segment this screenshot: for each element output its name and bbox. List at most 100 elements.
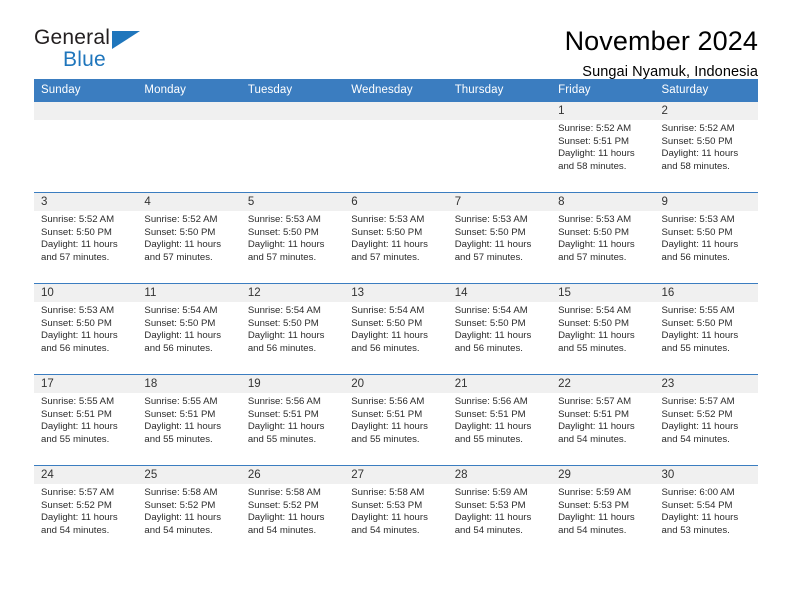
calendar-cell-empty — [34, 101, 138, 193]
sunrise-text: Sunrise: 6:00 AM — [661, 487, 735, 498]
calendar-cell-inner: 12 Sunrise: 5:54 AM Sunset: 5:50 PM Dayligh… — [240, 284, 345, 374]
calendar-day-cell[interactable]: 15 Sunrise: 5:54 AM Sunset: 5:50 PM Dayligh… — [551, 283, 655, 375]
calendar-day-cell[interactable]: 28 Sunrise: 5:59 AM Sunset: 5:53 PM Dayligh… — [447, 465, 552, 556]
calendar-day-cell[interactable]: 24 Sunrise: 5:57 AM Sunset: 5:52 PM Dayligh… — [34, 465, 138, 556]
calendar-day-cell[interactable]: 5 Sunrise: 5:53 AM Sunset: 5:50 PM Daylight… — [240, 192, 345, 284]
calendar-day-cell[interactable]: 14 Sunrise: 5:54 AM Sunset: 5:50 PM Dayligh… — [447, 283, 552, 375]
sunset-text: Sunset: 5:50 PM — [558, 317, 630, 329]
daylight-text-line2: and 57 minutes. — [144, 251, 213, 263]
sunset-text: Sunset: 5:50 PM — [661, 317, 733, 329]
weekday-header-wednesday: Wednesday — [344, 79, 448, 102]
calendar-day-cell[interactable]: 18 Sunrise: 5:55 AM Sunset: 5:51 PM Dayligh… — [137, 374, 241, 466]
day-number: 5 — [240, 193, 345, 211]
daylight-text-line2: and 55 minutes. — [661, 342, 730, 354]
calendar-cell-empty — [344, 101, 448, 193]
calendar-cell-inner: 19 Sunrise: 5:56 AM Sunset: 5:51 PM Dayligh… — [240, 375, 345, 465]
calendar-day-cell[interactable]: 22 Sunrise: 5:57 AM Sunset: 5:51 PM Dayligh… — [551, 374, 655, 466]
calendar-day-cell[interactable]: 9 Sunrise: 5:53 AM Sunset: 5:50 PM Daylight… — [654, 192, 758, 284]
calendar-cell-inner: 9 Sunrise: 5:53 AM Sunset: 5:50 PM Daylight… — [654, 193, 758, 283]
calendar-cell-inner: 16 Sunrise: 5:55 AM Sunset: 5:50 PM Dayligh… — [654, 284, 758, 374]
sunset-text: Sunset: 5:51 PM — [144, 408, 216, 420]
calendar-day-cell[interactable]: 19 Sunrise: 5:56 AM Sunset: 5:51 PM Dayligh… — [240, 374, 345, 466]
day-number: 15 — [551, 284, 655, 302]
page-title: November 2024 — [564, 26, 758, 56]
calendar-day-cell[interactable]: 30 Sunrise: 6:00 AM Sunset: 5:54 PM Dayligh… — [654, 465, 758, 556]
calendar-day-cell[interactable]: 4 Sunrise: 5:52 AM Sunset: 5:50 PM Daylight… — [137, 192, 241, 284]
daylight-text-line2: and 56 minutes. — [41, 342, 110, 354]
calendar-day-cell[interactable]: 16 Sunrise: 5:55 AM Sunset: 5:50 PM Dayligh… — [654, 283, 758, 375]
calendar-day-cell[interactable]: 8 Sunrise: 5:53 AM Sunset: 5:50 PM Daylight… — [551, 192, 655, 284]
daylight-text-line1: Daylight: 11 hours — [351, 512, 428, 524]
daylight-text-line2: and 54 minutes. — [41, 524, 110, 536]
daylight-text-line2: and 54 minutes. — [661, 433, 730, 445]
calendar-day-cell[interactable]: 27 Sunrise: 5:58 AM Sunset: 5:53 PM Dayligh… — [344, 465, 448, 556]
sunrise-text: Sunrise: 5:53 AM — [247, 214, 321, 225]
calendar-day-cell[interactable]: 3 Sunrise: 5:52 AM Sunset: 5:50 PM Daylight… — [34, 192, 138, 284]
day-number: 12 — [240, 284, 345, 302]
sunset-text: Sunset: 5:50 PM — [41, 226, 112, 238]
calendar-cell-inner: 28 Sunrise: 5:59 AM Sunset: 5:53 PM Dayligh… — [447, 466, 552, 556]
calendar-cell-inner — [447, 102, 552, 192]
daylight-text-line1: Daylight: 11 hours — [454, 239, 532, 251]
day-details: Sunrise: 5:56 AM Sunset: 5:51 PM Daylight:… — [344, 393, 447, 446]
calendar-day-cell[interactable]: 6 Sunrise: 5:53 AM Sunset: 5:50 PM Daylight… — [344, 192, 448, 284]
sunrise-text: Sunrise: 5:55 AM — [144, 396, 218, 407]
daylight-text-line1: Daylight: 11 hours — [661, 148, 739, 160]
sunset-text: Sunset: 5:53 PM — [558, 499, 630, 511]
sunset-text: Sunset: 5:52 PM — [661, 408, 733, 420]
weekday-header-saturday: Saturday — [654, 79, 758, 102]
daylight-text-line2: and 56 minutes. — [454, 342, 523, 354]
weekday-header-sunday: Sunday — [34, 79, 138, 102]
sunset-text: Sunset: 5:50 PM — [661, 135, 733, 147]
calendar-day-cell[interactable]: 21 Sunrise: 5:56 AM Sunset: 5:51 PM Dayligh… — [447, 374, 552, 466]
calendar-day-cell[interactable]: 17 Sunrise: 5:55 AM Sunset: 5:51 PM Dayligh… — [34, 374, 138, 466]
calendar-day-cell[interactable]: 23 Sunrise: 5:57 AM Sunset: 5:52 PM Dayligh… — [654, 374, 758, 466]
daylight-text-line2: and 57 minutes. — [454, 251, 523, 263]
calendar-week-row: 3 Sunrise: 5:52 AM Sunset: 5:50 PM Daylight… — [34, 192, 758, 284]
calendar-day-cell[interactable]: 12 Sunrise: 5:54 AM Sunset: 5:50 PM Dayligh… — [240, 283, 345, 375]
calendar-day-cell[interactable]: 29 Sunrise: 5:59 AM Sunset: 5:53 PM Dayligh… — [551, 465, 655, 556]
daylight-text-line1: Daylight: 11 hours — [351, 330, 428, 342]
daylight-text-line2: and 53 minutes. — [661, 524, 730, 536]
calendar-day-cell[interactable]: 20 Sunrise: 5:56 AM Sunset: 5:51 PM Dayligh… — [344, 374, 448, 466]
day-number: 11 — [137, 284, 241, 302]
day-details: Sunrise: 5:56 AM Sunset: 5:51 PM Daylight:… — [448, 393, 551, 446]
daylight-text-line2: and 54 minutes. — [247, 524, 317, 536]
day-details: Sunrise: 5:53 AM Sunset: 5:50 PM Daylight:… — [448, 211, 551, 264]
calendar-day-cell[interactable]: 2 Sunrise: 5:52 AM Sunset: 5:50 PM Daylight… — [654, 101, 758, 193]
daylight-text-line2: and 56 minutes. — [144, 342, 213, 354]
calendar-cell-inner — [344, 102, 448, 192]
day-number: 13 — [344, 284, 448, 302]
daylight-text-line2: and 54 minutes. — [454, 524, 523, 536]
day-number: 8 — [551, 193, 655, 211]
calendar-day-cell[interactable]: 25 Sunrise: 5:58 AM Sunset: 5:52 PM Dayligh… — [137, 465, 241, 556]
calendar-day-cell[interactable]: 13 Sunrise: 5:54 AM Sunset: 5:50 PM Dayligh… — [344, 283, 448, 375]
daylight-text-line1: Daylight: 11 hours — [454, 512, 532, 524]
daylight-text-line2: and 56 minutes. — [661, 251, 730, 263]
calendar-day-cell[interactable]: 26 Sunrise: 5:58 AM Sunset: 5:52 PM Dayligh… — [240, 465, 345, 556]
general-blue-logo[interactable]: General Blue — [34, 26, 152, 78]
sunrise-text: Sunrise: 5:58 AM — [247, 487, 321, 498]
day-details: Sunrise: 5:57 AM Sunset: 5:52 PM Daylight:… — [34, 484, 137, 537]
calendar-cell-inner: 17 Sunrise: 5:55 AM Sunset: 5:51 PM Dayligh… — [34, 375, 138, 465]
day-details: Sunrise: 5:52 AM Sunset: 5:50 PM Daylight:… — [655, 120, 758, 173]
daylight-text-line1: Daylight: 11 hours — [144, 330, 222, 342]
calendar-day-cell[interactable]: 10 Sunrise: 5:53 AM Sunset: 5:50 PM Dayligh… — [34, 283, 138, 375]
sunrise-sunset-calendar: Sunday Monday Tuesday Wednesday Thursday… — [34, 79, 758, 556]
sunrise-text: Sunrise: 5:53 AM — [41, 305, 115, 316]
day-number: 24 — [34, 466, 138, 484]
daylight-text-line2: and 57 minutes. — [41, 251, 110, 263]
calendar-day-cell[interactable]: 11 Sunrise: 5:54 AM Sunset: 5:50 PM Dayligh… — [137, 283, 241, 375]
weekday-header-tuesday: Tuesday — [240, 79, 345, 102]
calendar-day-cell[interactable]: 7 Sunrise: 5:53 AM Sunset: 5:50 PM Daylight… — [447, 192, 552, 284]
calendar-body: 1 Sunrise: 5:52 AM Sunset: 5:51 PM Daylight… — [34, 101, 758, 556]
triangle-icon — [112, 31, 140, 49]
sunrise-text: Sunrise: 5:52 AM — [144, 214, 218, 225]
calendar-day-cell[interactable]: 1 Sunrise: 5:52 AM Sunset: 5:51 PM Daylight… — [551, 101, 655, 193]
daylight-text-line2: and 55 minutes. — [351, 433, 420, 445]
daylight-text-line1: Daylight: 11 hours — [144, 239, 222, 251]
daylight-text-line1: Daylight: 11 hours — [41, 239, 118, 251]
daylight-text-line1: Daylight: 11 hours — [247, 512, 325, 524]
daylight-text-line2: and 56 minutes. — [351, 342, 420, 354]
day-details: Sunrise: 5:55 AM Sunset: 5:51 PM Daylight:… — [34, 393, 137, 446]
